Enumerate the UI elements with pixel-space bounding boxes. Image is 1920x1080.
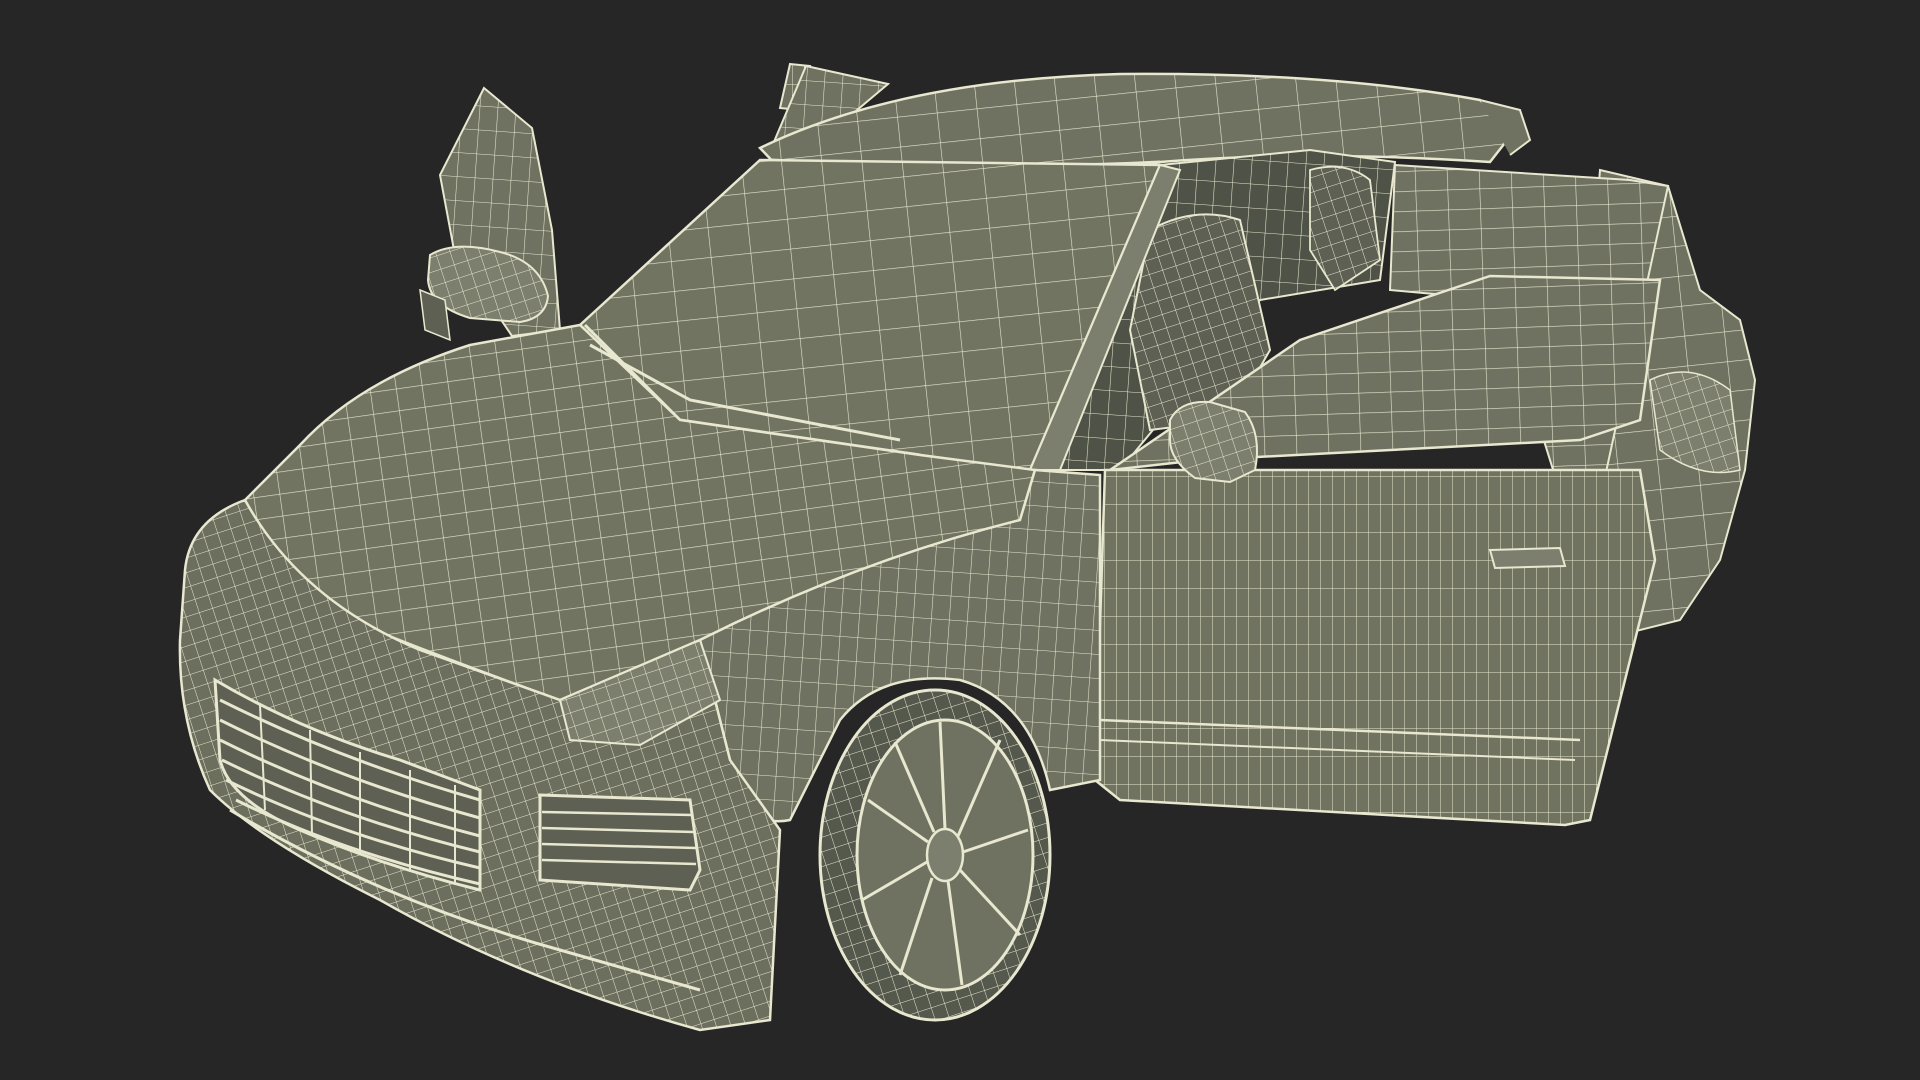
wireframe-car-render <box>178 62 1757 1032</box>
render-viewport <box>0 0 1920 1080</box>
side-intake-grille <box>538 793 702 892</box>
front-wheel <box>818 688 1052 1022</box>
